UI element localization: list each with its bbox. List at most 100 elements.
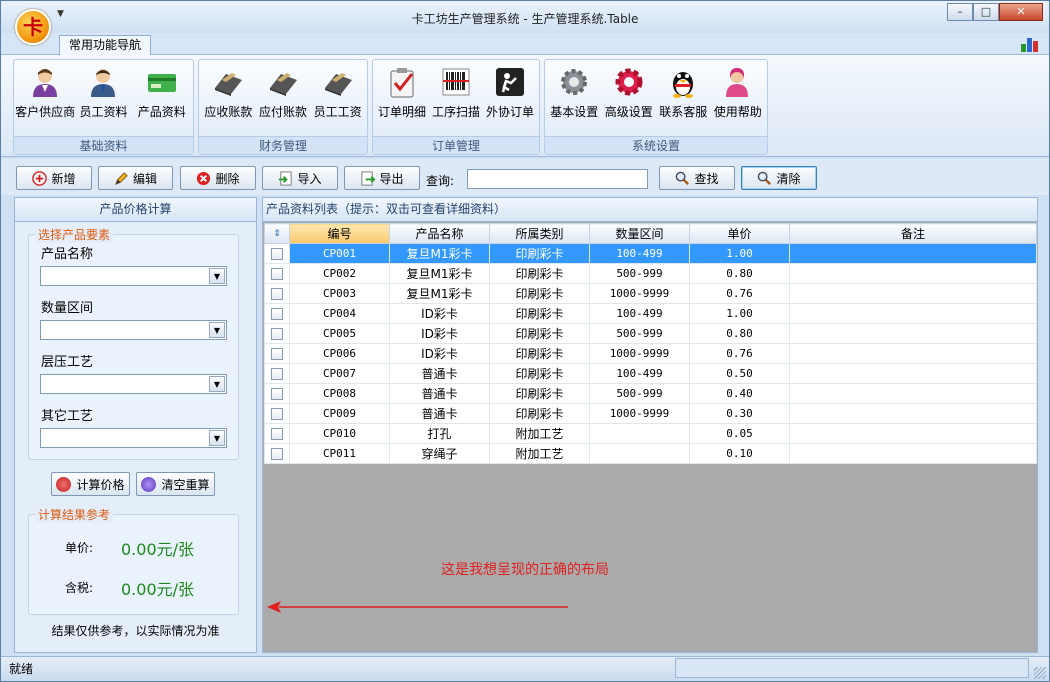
minimize-button[interactable]: – (947, 3, 973, 21)
row-checkbox[interactable] (271, 388, 283, 400)
row-checkbox[interactable] (271, 308, 283, 320)
cell-note (789, 403, 1037, 424)
query-input[interactable] (467, 169, 648, 189)
product-info-button[interactable]: 产品资料 (134, 64, 190, 120)
row-checkbox[interactable] (271, 428, 283, 440)
export-button[interactable]: 导出 (344, 166, 420, 190)
ribbon-tab-row: 常用功能导航 (1, 33, 1049, 56)
table-row[interactable]: CP001 复旦M1彩卡 印刷彩卡 100-499 1.00 (264, 243, 1037, 264)
table-row[interactable]: CP007 普通卡 印刷彩卡 100-499 0.50 (264, 363, 1037, 384)
edit-button[interactable]: 编辑 (98, 166, 173, 190)
table-row[interactable]: CP003 复旦M1彩卡 印刷彩卡 1000-9999 0.76 (264, 283, 1037, 304)
row-checkbox-cell (264, 343, 290, 364)
pencil-icon (115, 171, 128, 185)
column-header-name[interactable]: 产品名称 (389, 223, 490, 244)
product-name-select[interactable]: ▼ (40, 266, 227, 286)
maximize-button[interactable]: □ (973, 3, 999, 21)
row-checkbox-cell (264, 423, 290, 444)
column-header-code[interactable]: 编号 (289, 223, 390, 244)
clear-recalculate-button[interactable]: 清空重算 (136, 472, 215, 496)
section-legend: 选择产品要素 (35, 226, 114, 243)
chevron-down-icon[interactable]: ▼ (209, 376, 225, 392)
usage-help-button[interactable]: 使用帮助 (711, 64, 766, 120)
row-checkbox[interactable] (271, 328, 283, 340)
row-checkbox[interactable] (271, 448, 283, 460)
column-header-price[interactable]: 单价 (689, 223, 790, 244)
result-section: 计算结果参考 单价: 0.00元/张 含税: 0.00元/张 (28, 506, 239, 615)
cell-category: 印刷彩卡 (489, 383, 590, 404)
cell-category: 印刷彩卡 (489, 403, 590, 424)
app-logo-button[interactable]: 卡 (15, 9, 51, 45)
payables-button[interactable]: 应付账款 (256, 64, 311, 120)
add-button[interactable]: 新增 (16, 166, 92, 190)
table-row[interactable]: CP009 普通卡 印刷彩卡 1000-9999 0.30 (264, 403, 1037, 424)
cell-price: 0.05 (689, 423, 790, 444)
table-row[interactable]: CP004 ID彩卡 印刷彩卡 100-499 1.00 (264, 303, 1037, 324)
chevron-down-icon[interactable]: ▼ (209, 268, 225, 284)
customer-icon (33, 69, 58, 97)
close-button[interactable]: ✕ (999, 3, 1043, 21)
contact-support-button[interactable]: 联系客服 (656, 64, 711, 120)
cell-note (789, 263, 1037, 284)
cell-code: CP007 (289, 363, 390, 384)
search-icon (758, 171, 772, 185)
employee-info-button[interactable]: 员工资料 (75, 64, 131, 120)
table-row[interactable]: CP011 穿绳子 附加工艺 0.10 (264, 443, 1037, 464)
ribbon-group-label: 基础资料 (14, 136, 193, 154)
table-row[interactable]: CP005 ID彩卡 印刷彩卡 500-999 0.80 (264, 323, 1037, 344)
ribbon-group-label: 财务管理 (199, 136, 367, 154)
worker-icon (496, 68, 524, 96)
row-checkbox-cell (264, 243, 290, 264)
advanced-settings-button[interactable]: 高级设置 (602, 64, 657, 120)
table-row[interactable]: CP006 ID彩卡 印刷彩卡 1000-9999 0.76 (264, 343, 1037, 364)
row-checkbox[interactable] (271, 368, 283, 380)
annotation-arrow-icon (267, 601, 568, 613)
status-text: 就绪 (9, 662, 34, 676)
receivables-button[interactable]: 应收账款 (201, 64, 256, 120)
column-header-range[interactable]: 数量区间 (589, 223, 690, 244)
chevron-down-icon[interactable]: ▼ (209, 322, 225, 338)
unit-price-label: 单价: (65, 541, 94, 555)
cell-price: 0.50 (689, 363, 790, 384)
theme-icon[interactable] (1021, 36, 1039, 52)
row-checkbox[interactable] (271, 268, 283, 280)
chevron-down-icon[interactable]: ▼ (209, 430, 225, 446)
row-checkbox[interactable] (271, 348, 283, 360)
delete-button[interactable]: 删除 (180, 166, 256, 190)
row-checkbox[interactable] (271, 288, 283, 300)
ribbon: 客户供应商 员工资料 产品资料 基础资料 应收账款 应付账款 员工工资 财务管理… (1, 55, 1049, 157)
other-process-select[interactable]: ▼ (40, 428, 227, 448)
order-details-button[interactable]: 订单明细 (375, 64, 429, 120)
employee-salary-button[interactable]: 员工工资 (310, 64, 365, 120)
cell-code: CP010 (289, 423, 390, 444)
cell-price: 0.10 (689, 443, 790, 464)
annotation-text: 这是我想呈现的正确的布局 (441, 562, 609, 578)
lamination-select[interactable]: ▼ (40, 374, 227, 394)
cell-code: CP004 (289, 303, 390, 324)
search-button[interactable]: 查找 (659, 166, 735, 190)
column-header-category[interactable]: 所属类别 (489, 223, 590, 244)
cell-price: 1.00 (689, 243, 790, 264)
outsourced-orders-button[interactable]: 外协订单 (483, 64, 537, 120)
calculate-price-button[interactable]: 计算价格 (51, 472, 130, 496)
basic-settings-button[interactable]: 基本设置 (547, 64, 602, 120)
row-checkbox[interactable] (271, 408, 283, 420)
cell-note (789, 383, 1037, 404)
table-row[interactable]: CP008 普通卡 印刷彩卡 500-999 0.40 (264, 383, 1037, 404)
resize-grip-icon[interactable] (1034, 667, 1046, 679)
column-header-note[interactable]: 备注 (789, 223, 1037, 244)
table-row[interactable]: CP002 复旦M1彩卡 印刷彩卡 500-999 0.80 (264, 263, 1037, 284)
header-checkbox-icon[interactable]: ⇕ (264, 223, 290, 244)
process-scan-button[interactable]: 工序扫描 (429, 64, 483, 120)
red-gear-icon (615, 68, 643, 96)
cell-range: 500-999 (589, 383, 690, 404)
tab-common-navigation[interactable]: 常用功能导航 (59, 35, 152, 56)
table-row[interactable]: CP010 打孔 附加工艺 0.05 (264, 423, 1037, 444)
tax-price-label: 含税: (65, 581, 94, 595)
quantity-range-select[interactable]: ▼ (40, 320, 227, 340)
cell-range: 100-499 (589, 303, 690, 324)
customer-supplier-button[interactable]: 客户供应商 (15, 64, 75, 120)
row-checkbox[interactable] (271, 248, 283, 260)
clear-button[interactable]: 清除 (741, 166, 817, 190)
import-button[interactable]: 导入 (262, 166, 338, 190)
